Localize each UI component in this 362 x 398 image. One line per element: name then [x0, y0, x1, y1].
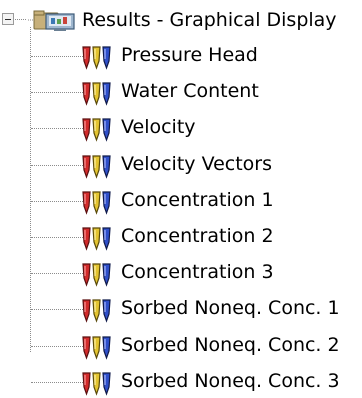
tree-item-label: Velocity Vectors	[121, 153, 273, 175]
tree-item[interactable]: Velocity Vectors	[0, 147, 362, 181]
tree-item[interactable]: Velocity	[0, 110, 362, 144]
chart-icon	[82, 118, 111, 142]
tree-connector	[31, 92, 83, 93]
tree-item[interactable]: Concentration 1	[0, 183, 362, 217]
tree-connector	[15, 19, 26, 20]
tree-connector	[31, 237, 83, 238]
tree-connector	[31, 56, 83, 57]
tree-connector	[31, 201, 83, 202]
tree-connector	[31, 128, 83, 129]
tree-connector	[31, 382, 83, 383]
tree-item[interactable]: Pressure Head	[0, 38, 362, 72]
tree-node-results-graphical-display[interactable]: Results - Graphical Display	[0, 2, 362, 38]
chart-icon	[82, 82, 111, 106]
collapse-icon[interactable]	[2, 13, 14, 25]
tree-item[interactable]: Water Content	[0, 74, 362, 108]
tree-item-label: Pressure Head	[121, 44, 258, 66]
tree-item[interactable]: Concentration 2	[0, 219, 362, 253]
tree-item-label: Water Content	[121, 80, 259, 102]
tree-connector	[31, 346, 83, 347]
chart-icon	[82, 191, 111, 215]
tree-connector	[31, 309, 83, 310]
results-tree: Results - Graphical Display Pressure Hea…	[0, 0, 362, 396]
chart-icon	[82, 372, 111, 396]
tree-item[interactable]: Sorbed Noneq. Conc. 1	[0, 291, 362, 325]
tree-node-label: Results - Graphical Display	[82, 9, 337, 31]
tree-item[interactable]: Sorbed Noneq. Conc. 3	[0, 364, 362, 398]
chart-icon	[82, 227, 111, 251]
chart-icon	[82, 299, 111, 323]
folder-display-icon	[28, 10, 75, 31]
tree-item-label: Sorbed Noneq. Conc. 1	[121, 297, 340, 319]
tree-item-label: Concentration 2	[121, 225, 274, 247]
chart-icon	[82, 155, 111, 179]
tree-connector	[31, 165, 83, 166]
tree-connector	[31, 273, 83, 274]
tree-item-label: Velocity	[121, 116, 196, 138]
chart-icon	[82, 336, 111, 360]
tree-item-label: Sorbed Noneq. Conc. 3	[121, 370, 340, 392]
tree-item-label: Concentration 3	[121, 261, 274, 283]
chart-icon	[82, 263, 111, 287]
chart-icon	[82, 46, 111, 70]
tree-item-label: Concentration 1	[121, 189, 274, 211]
tree-item[interactable]: Concentration 3	[0, 255, 362, 289]
tree-item-label: Sorbed Noneq. Conc. 2	[121, 334, 340, 356]
tree-item[interactable]: Sorbed Noneq. Conc. 2	[0, 328, 362, 362]
